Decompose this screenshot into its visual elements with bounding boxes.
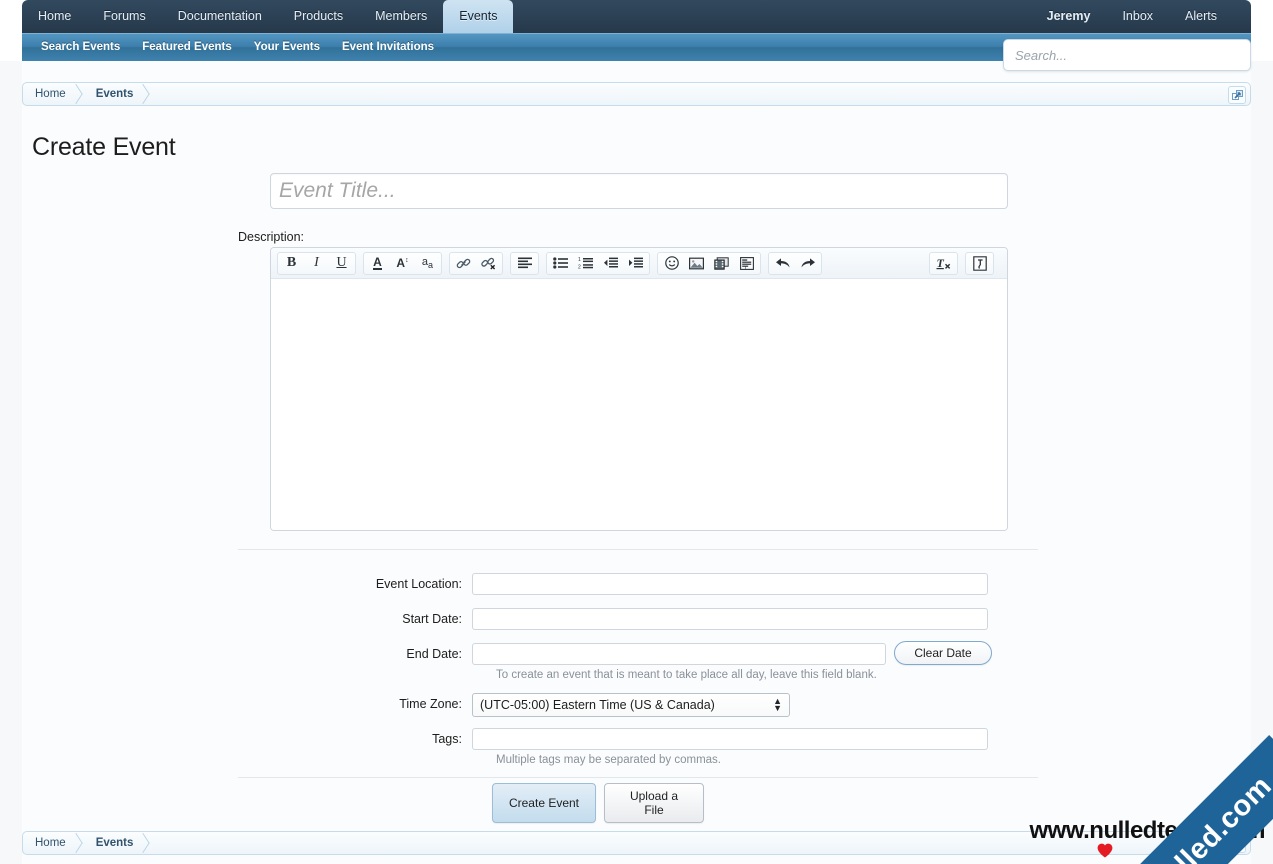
indent-icon[interactable] <box>623 253 648 274</box>
field-row-event-location: Event Location: <box>0 573 1273 595</box>
font-size-icon[interactable]: A↕ <box>390 253 415 274</box>
breadcrumb-bar: Home Events <box>22 82 1251 106</box>
toolbar-group-1: A A↕ aa <box>363 251 442 275</box>
description-label: Description: <box>238 230 304 244</box>
create-event-button[interactable]: Create Event <box>492 783 596 823</box>
nav-item-home[interactable]: Home <box>22 0 87 33</box>
event-location-input[interactable] <box>472 573 988 595</box>
outdent-icon[interactable] <box>598 253 623 274</box>
nav-item-alerts[interactable]: Alerts <box>1169 0 1233 33</box>
remove-formatting-icon[interactable]: T <box>931 253 956 274</box>
search-input[interactable] <box>1013 46 1241 64</box>
tags-input[interactable] <box>472 728 988 750</box>
insert-media-icon[interactable] <box>709 253 734 274</box>
footer-breadcrumb-bar: Home Events <box>22 831 1251 855</box>
upload-file-button[interactable]: Upload a File <box>604 783 704 823</box>
user-nav-items: Jeremy Inbox Alerts <box>1031 0 1233 33</box>
insert-image-icon[interactable] <box>684 253 709 274</box>
breadcrumb: Home Events <box>22 82 1251 106</box>
toolbar-group-3 <box>510 251 539 275</box>
event-title-input[interactable] <box>270 173 1008 209</box>
toolbar-group-0: BIU <box>277 251 356 275</box>
unlink-icon[interactable] <box>476 253 501 274</box>
undo-icon[interactable] <box>770 253 795 274</box>
bold-icon[interactable]: B <box>279 253 304 274</box>
smilie-icon[interactable] <box>659 253 684 274</box>
chevron-updown-icon: ▲ ▼ <box>773 696 782 713</box>
toolbar-group-6 <box>768 251 822 275</box>
underline-icon[interactable]: U <box>329 253 354 274</box>
insert-link-icon[interactable] <box>451 253 476 274</box>
subnav-item-your-events[interactable]: Your Events <box>243 33 331 61</box>
primary-nav-items: Home Forums Documentation Products Members Ev… <box>22 0 514 33</box>
top-navigation-bar: Home Forums Documentation Products Members Ev… <box>0 0 1273 33</box>
expand-popup-icon[interactable] <box>1228 835 1246 853</box>
footer-breadcrumb: Home Events <box>22 831 1251 855</box>
italic-icon[interactable]: I <box>304 253 329 274</box>
field-row-end-date: End Date: Clear Date <box>0 641 1273 665</box>
toolbar-group-5: I <box>657 251 761 275</box>
svg-text:1: 1 <box>578 257 581 263</box>
nav-item-products[interactable]: Products <box>278 0 359 33</box>
toggle-bbcode-source-icon[interactable] <box>967 253 992 274</box>
end-date-input[interactable] <box>472 643 886 665</box>
search-box[interactable] <box>1003 39 1251 71</box>
nav-item-forums[interactable]: Forums <box>87 0 161 33</box>
font-color-icon[interactable]: A <box>365 253 390 274</box>
description-editor: B I U A A↕ aa 1 2 I T <box>270 247 1008 531</box>
breadcrumb-item-events[interactable]: Events <box>84 83 152 105</box>
nav-item-events[interactable]: Events <box>443 0 514 33</box>
start-date-label: Start Date: <box>402 612 462 626</box>
bullet-list-icon[interactable] <box>548 253 573 274</box>
svg-text:2: 2 <box>578 265 581 269</box>
timezone-selected-value: (UTC-05:00) Eastern Time (US & Canada) <box>480 698 715 712</box>
editor-content-area[interactable] <box>271 279 1007 530</box>
subnav-item-search-events[interactable]: Search Events <box>30 33 131 61</box>
toolbar-group-4: 12 <box>546 251 650 275</box>
tags-label: Tags: <box>432 732 462 746</box>
form-actions: Create Event Upload a File <box>492 783 704 823</box>
expand-popup-icon[interactable] <box>1228 86 1246 104</box>
subnav-item-event-invitations[interactable]: Event Invitations <box>331 33 445 61</box>
timezone-label: Time Zone: <box>399 697 462 711</box>
svg-text:T: T <box>936 256 944 270</box>
nav-item-inbox[interactable]: Inbox <box>1106 0 1169 33</box>
tags-hint: Multiple tags may be separated by commas… <box>496 754 721 766</box>
form-divider-bottom <box>238 777 1038 778</box>
field-row-start-date: Start Date: <box>0 608 1273 630</box>
clear-date-button[interactable]: Clear Date <box>894 641 992 665</box>
page-root: Home Forums Documentation Products Members Ev… <box>0 0 1273 864</box>
nav-item-documentation[interactable]: Documentation <box>162 0 278 33</box>
nav-item-jeremy[interactable]: Jeremy <box>1031 0 1107 33</box>
breadcrumb-item-home[interactable]: Home <box>23 83 84 105</box>
form-divider <box>238 549 1038 550</box>
redo-icon[interactable] <box>795 253 820 274</box>
field-row-timezone: Time Zone: (UTC-05:00) Eastern Time (US … <box>0 693 1273 717</box>
end-date-label: End Date: <box>406 647 462 661</box>
end-date-hint: To create an event that is meant to take… <box>496 669 877 681</box>
start-date-input[interactable] <box>472 608 988 630</box>
field-row-tags: Tags: <box>0 728 1273 750</box>
nav-item-members[interactable]: Members <box>359 0 443 33</box>
timezone-select[interactable]: (UTC-05:00) Eastern Time (US & Canada) ▲… <box>472 693 790 717</box>
editor-toolbar: B I U A A↕ aa 1 2 I T <box>271 248 1007 279</box>
breadcrumb-item-events[interactable]: Events <box>84 832 152 854</box>
subnav-item-featured-events[interactable]: Featured Events <box>131 33 242 61</box>
align-icon[interactable] <box>512 253 537 274</box>
font-family-icon[interactable]: aa <box>415 253 440 274</box>
event-location-label: Event Location: <box>375 577 462 591</box>
breadcrumb-item-home[interactable]: Home <box>23 832 84 854</box>
toolbar-group-7: T <box>929 251 958 275</box>
insert-quote-icon[interactable]: I <box>734 253 759 274</box>
toolbar-group-8 <box>965 251 994 275</box>
numbered-list-icon[interactable]: 12 <box>573 253 598 274</box>
page-title: Create Event <box>32 132 176 161</box>
toolbar-group-2 <box>449 251 503 275</box>
